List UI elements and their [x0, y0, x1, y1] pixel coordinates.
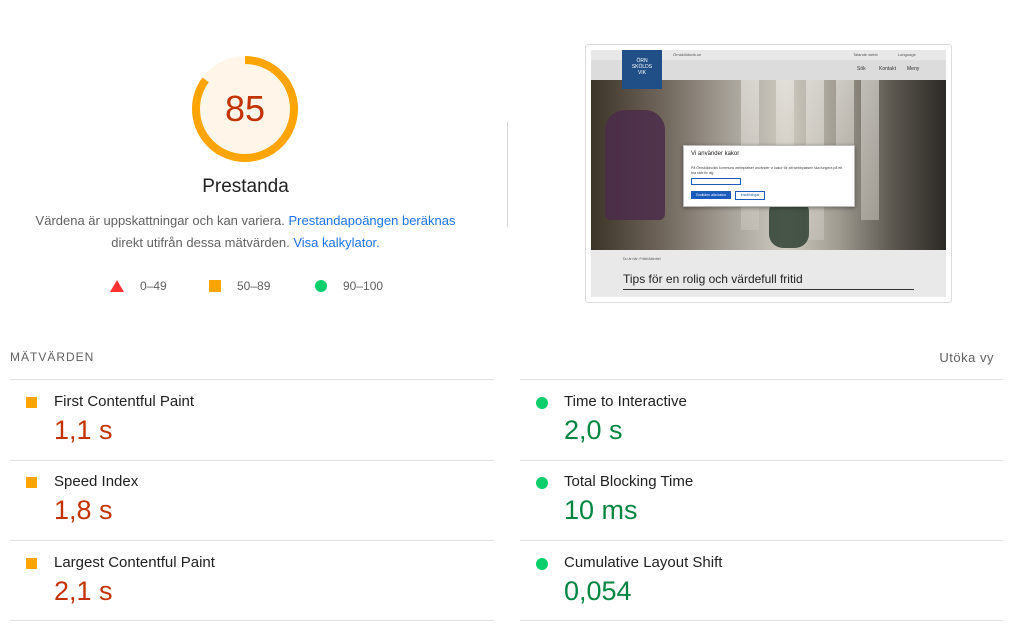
metric-label: Speed Index — [54, 473, 139, 490]
metric-label: Total Blocking Time — [564, 473, 694, 490]
performance-score-gauge: 85 — [192, 56, 298, 162]
metric-total-blocking-time: Total Blocking Time 10 ms — [520, 460, 1004, 540]
metric-value: 10 ms — [564, 495, 638, 525]
site-heading-underline — [623, 289, 914, 290]
metric-first-contentful-paint: First Contentful Paint 1,1 s — [10, 380, 494, 460]
green-circle-icon — [536, 397, 548, 409]
green-circle-icon — [536, 558, 548, 570]
hero-person — [605, 110, 665, 220]
final-screenshot[interactable]: Örnsköldsvik.se Talande webb Language Sö… — [585, 44, 952, 303]
orange-square-icon — [26, 558, 37, 569]
green-circle-icon — [536, 477, 548, 489]
metric-largest-contentful-paint: Largest Contentful Paint 2,1 s — [10, 541, 494, 621]
score-legend: 0–49 50–89 90–100 — [0, 276, 491, 296]
score-description: Värdena är uppskattningar och kan varier… — [0, 210, 491, 254]
metric-value: 1,1 s — [54, 415, 113, 445]
orange-square-icon — [26, 477, 37, 488]
legend-pass: 90–100 — [315, 276, 383, 296]
metric-time-to-interactive: Time to Interactive 2,0 s — [520, 380, 1004, 460]
metric-speed-index: Speed Index 1,8 s — [10, 460, 494, 540]
metric-label: Cumulative Layout Shift — [564, 554, 723, 571]
cookie-settings-button: Inställningar — [735, 191, 765, 200]
cookie-modal: Vi använder kakor På Örnsköldsviks kommu… — [683, 145, 855, 207]
legend-pass-label: 90–100 — [343, 279, 384, 293]
site-heading: Tips för en rolig och värdefull fritid — [623, 272, 803, 286]
cookie-modal-body: På Örnsköldsviks kommuns webbplatser anv… — [691, 166, 843, 175]
red-triangle-icon — [110, 280, 124, 292]
cookie-accept-button: Godkänn alla kakor — [691, 191, 731, 199]
legend-fail: 0–49 — [110, 276, 167, 296]
metric-value: 2,0 s — [564, 415, 623, 445]
metric-label: Largest Contentful Paint — [54, 554, 215, 571]
screenshot-image: Örnsköldsvik.se Talande webb Language Sö… — [591, 50, 946, 297]
site-language: Language — [898, 52, 916, 57]
score-calculation-link[interactable]: Prestandapoängen beräknas — [288, 213, 455, 228]
site-content: Du är här: Fritid/Aktivitet Tips för en … — [591, 250, 946, 297]
site-talking-web: Talande webb — [853, 52, 878, 57]
legend-average: 50–89 — [209, 276, 270, 296]
description-text: Värdena är uppskattningar och kan varier… — [35, 213, 289, 228]
metric-value: 1,8 s — [54, 495, 113, 525]
metric-label: First Contentful Paint — [54, 393, 195, 410]
score-value: 85 — [224, 88, 266, 129]
description-text-2: direkt utifrån dessa mätvärden. — [111, 235, 294, 250]
site-domain: Örnsköldsvik.se — [673, 52, 702, 57]
metrics-title: MÄTVÄRDEN — [10, 350, 95, 364]
score-title: Prestanda — [202, 176, 289, 197]
vertical-divider — [507, 122, 508, 227]
expand-view-toggle[interactable]: Utöka vy — [939, 350, 994, 365]
legend-average-label: 50–89 — [237, 279, 271, 293]
calculator-link[interactable]: Visa kalkylator. — [293, 235, 379, 250]
cookie-modal-link — [691, 178, 741, 185]
site-nav-contact: Kontakt — [879, 66, 896, 72]
orange-square-icon — [209, 280, 221, 292]
metric-label: Time to Interactive — [564, 393, 687, 410]
site-breadcrumb: Du är här: Fritid/Aktivitet — [623, 257, 661, 261]
metric-value: 0,054 — [564, 576, 632, 606]
site-nav-search: Sök — [857, 66, 866, 72]
cookie-modal-title: Vi använder kakor — [691, 151, 740, 157]
metric-cumulative-layout-shift: Cumulative Layout Shift 0,054 — [520, 541, 1004, 621]
metric-value: 2,1 s — [54, 576, 113, 606]
orange-square-icon — [26, 397, 37, 408]
legend-fail-label: 0–49 — [140, 279, 167, 293]
green-circle-icon — [315, 280, 327, 292]
site-logo: ÖRN SKÖLDS VIK — [622, 50, 662, 89]
logo-line-3: VIK — [637, 70, 647, 76]
site-nav-menu: Meny — [907, 66, 920, 72]
